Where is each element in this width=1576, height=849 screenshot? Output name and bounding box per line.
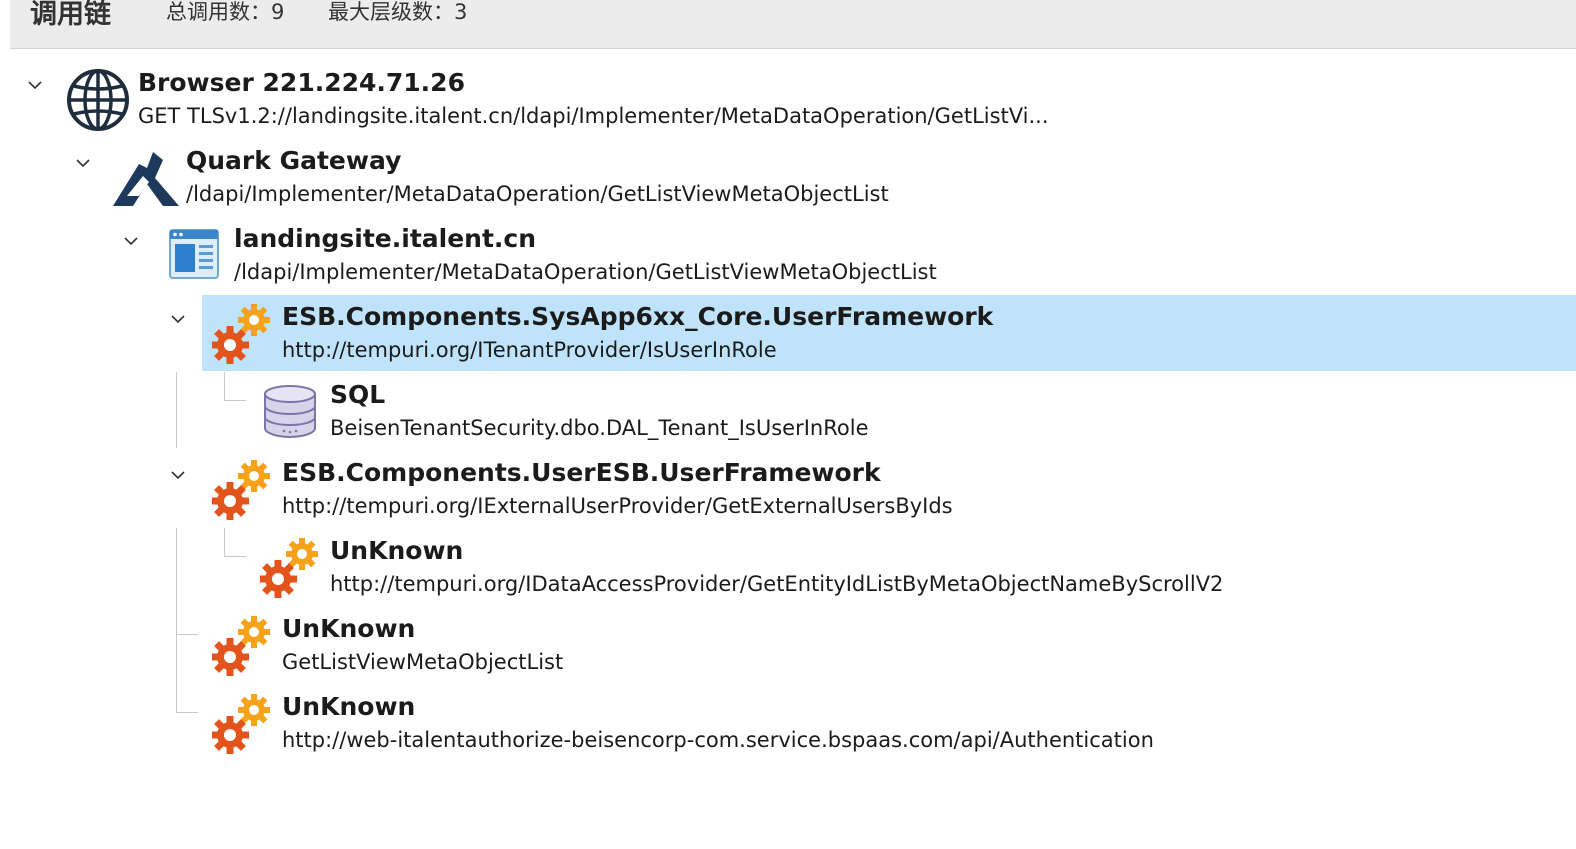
chevron-down-icon[interactable] <box>124 234 138 248</box>
gears-icon <box>211 302 272 368</box>
page-title: 调用链 <box>30 0 111 30</box>
chevron-down-icon[interactable] <box>76 156 90 170</box>
node-detail: BeisenTenantSecurity.dbo.DAL_Tenant_IsUs… <box>330 416 869 440</box>
chevron-down-icon[interactable] <box>171 468 185 482</box>
node-detail: http://tempuri.org/ITenantProvider/IsUse… <box>282 338 777 362</box>
gears-icon <box>211 458 272 524</box>
gears-icon <box>211 614 272 680</box>
tree-guide-line <box>176 372 177 448</box>
node-name: UnKnown <box>282 614 416 643</box>
database-icon <box>262 384 318 444</box>
node-name: Browser 221.224.71.26 <box>138 68 465 97</box>
globe-icon <box>66 68 130 136</box>
node-name: UnKnown <box>330 536 464 565</box>
tree-guide-line <box>224 400 246 401</box>
node-name: UnKnown <box>282 692 416 721</box>
tree-guide-line <box>176 528 177 713</box>
header-bar: 调用链 总调用数：9 最大层级数：3 <box>10 0 1576 49</box>
tree-guide-line <box>176 712 198 713</box>
gateway-logo-icon <box>113 148 179 210</box>
node-name: ESB.Components.UserESB.UserFramework <box>282 458 881 487</box>
chevron-down-icon[interactable] <box>171 312 185 326</box>
node-name: landingsite.italent.cn <box>234 224 537 253</box>
node-name: ESB.Components.SysApp6xx_Core.UserFramew… <box>282 302 994 331</box>
node-detail: /ldapi/Implementer/MetaDataOperation/Get… <box>234 260 937 284</box>
tree-guide-line <box>224 556 246 557</box>
gears-icon <box>259 536 320 602</box>
total-calls-label: 总调用数：9 <box>166 0 285 24</box>
tree-guide-line <box>176 634 198 635</box>
node-detail: http://web-italentauthorize-beisencorp-c… <box>282 728 1154 752</box>
gears-icon <box>211 692 272 758</box>
max-depth-label: 最大层级数：3 <box>328 0 468 24</box>
node-name: SQL <box>330 380 386 409</box>
node-detail: http://tempuri.org/IDataAccessProvider/G… <box>330 572 1224 596</box>
chevron-down-icon[interactable] <box>28 78 42 92</box>
node-detail: http://tempuri.org/IExternalUserProvider… <box>282 494 953 518</box>
tree-guide-line <box>224 372 225 400</box>
node-detail: GET TLSv1.2://landingsite.italent.cn/lda… <box>138 104 1049 128</box>
node-detail: GetListViewMetaObjectList <box>282 650 564 674</box>
webpage-icon <box>168 228 220 284</box>
node-detail: /ldapi/Implementer/MetaDataOperation/Get… <box>186 182 889 206</box>
tree-guide-line <box>224 528 225 556</box>
node-name: Quark Gateway <box>186 146 402 175</box>
